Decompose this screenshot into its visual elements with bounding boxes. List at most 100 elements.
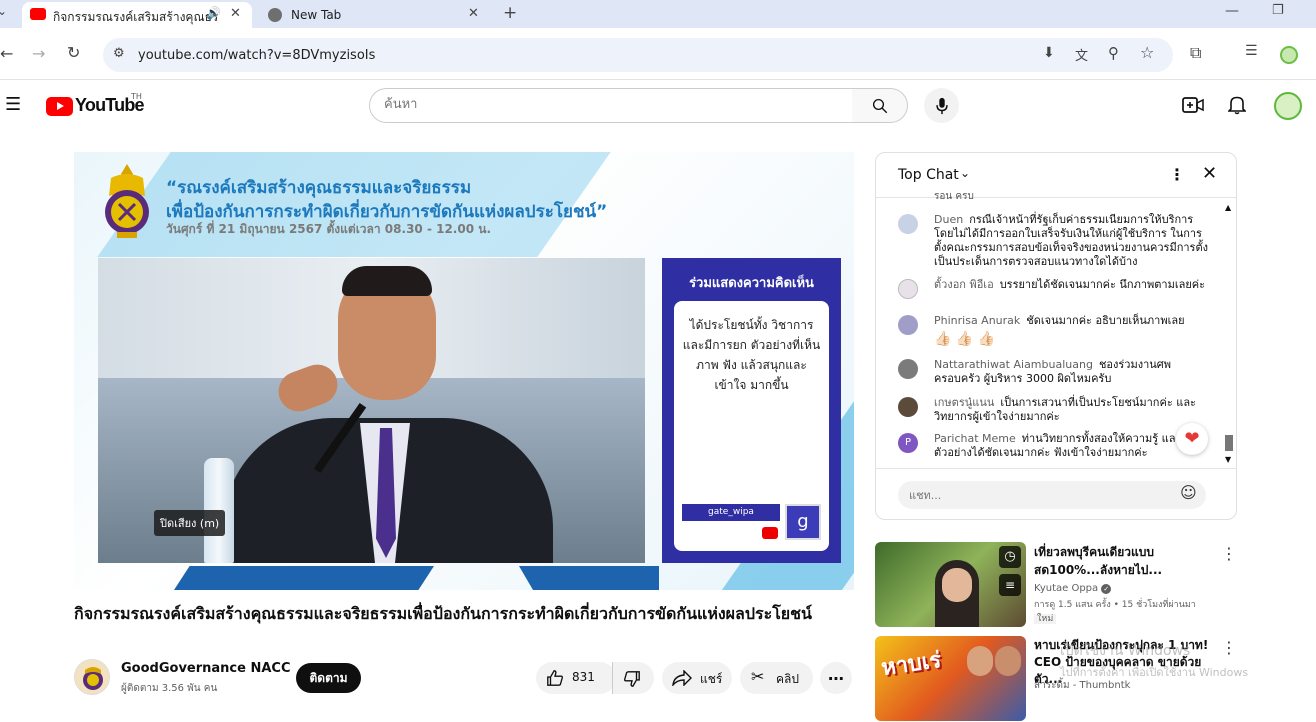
scrollbar-thumb[interactable] bbox=[1225, 435, 1233, 451]
video-title: กิจกรรมรณรงค์เสริมสร้างคุณธรรมและจริยธรร… bbox=[74, 604, 812, 623]
youtube-logo-icon[interactable] bbox=[46, 97, 73, 116]
back-arrow-icon[interactable]: ← bbox=[0, 44, 13, 63]
chat-emoji-row: 👍🏻 👍🏻 👍🏻 bbox=[934, 331, 996, 347]
channel-avatar[interactable] bbox=[74, 659, 110, 695]
chat-text: กรณีเจ้าหน้าที่รัฐเก็บค่าธรรมเนียมการให้… bbox=[934, 213, 1208, 268]
watch-later-icon[interactable]: ◷ bbox=[999, 546, 1021, 568]
profile-avatar-icon[interactable] bbox=[1280, 46, 1298, 64]
new-tab-plus-icon[interactable]: + bbox=[503, 3, 517, 23]
youtube-favicon-icon bbox=[30, 8, 46, 20]
chat-avatar[interactable] bbox=[898, 214, 918, 234]
recommended-video[interactable]: ◷ ≡ เที่ยวลพบุรีคนเดียวแบบสด100%...ลังหา… bbox=[875, 542, 1315, 628]
watermark-line: ไปที่การตั้งค่า เพื่อเปิดใช้งาน Windows bbox=[1060, 666, 1249, 679]
url-text[interactable]: youtube.com/watch?v=8DVmyzisoIs bbox=[138, 48, 375, 63]
channel-emblem-icon bbox=[83, 667, 103, 690]
tab-new-tab[interactable]: New Tab ✕ bbox=[254, 2, 494, 28]
chat-scrollbar[interactable]: ▲ ▼ bbox=[1225, 203, 1233, 465]
video-thumbnail[interactable]: หาบเร่ bbox=[875, 636, 1026, 721]
translate-icon[interactable]: 文 bbox=[1075, 45, 1088, 64]
chat-author[interactable]: Phinrisa Anurak bbox=[934, 314, 1020, 327]
speaker-hair bbox=[342, 266, 432, 296]
recommended-channel[interactable]: Kyutae Oppa ✓ bbox=[1034, 583, 1112, 594]
country-code: TH bbox=[131, 92, 142, 101]
close-chat-icon[interactable]: ✕ bbox=[1202, 163, 1217, 184]
chat-author[interactable]: Parichat Meme bbox=[934, 432, 1016, 445]
chat-avatar[interactable] bbox=[898, 397, 918, 417]
chat-avatar[interactable]: P bbox=[898, 433, 918, 453]
dislike-button[interactable] bbox=[612, 662, 654, 694]
subscribe-button[interactable]: ติดตาม bbox=[296, 663, 361, 693]
reload-icon[interactable]: ↻ bbox=[67, 43, 80, 62]
youtube-masthead: ☰ YouTube TH bbox=[0, 80, 1316, 130]
more-horizontal-icon: ⋯ bbox=[828, 668, 844, 688]
reading-list-icon[interactable]: ☰ bbox=[1245, 43, 1258, 59]
chevron-down-icon[interactable]: ⌄ bbox=[960, 166, 970, 180]
recommended-more-vertical-icon[interactable]: ⋮ bbox=[1221, 544, 1237, 563]
minimize-icon[interactable]: — bbox=[1225, 3, 1239, 19]
video-player[interactable]: “รณรงค์เสริมสร้างคุณธรรมและจริยธรรม เพื่… bbox=[74, 152, 854, 590]
chat-avatar[interactable] bbox=[898, 359, 918, 379]
restore-icon[interactable]: ❐ bbox=[1272, 3, 1284, 18]
forward-arrow-icon[interactable]: → bbox=[32, 44, 45, 63]
search-icon bbox=[872, 98, 887, 113]
guide-menu-icon[interactable]: ☰ bbox=[5, 94, 21, 115]
thumbs-down-icon bbox=[624, 671, 640, 687]
clip-button[interactable]: ✂ คลิป bbox=[740, 662, 813, 694]
channel-name[interactable]: GoodGovernance NACC bbox=[121, 661, 291, 676]
search-box[interactable] bbox=[369, 88, 853, 123]
chat-avatar[interactable] bbox=[898, 279, 918, 299]
chat-more-vertical-icon[interactable]: ⋮ bbox=[1169, 165, 1185, 184]
add-to-queue-icon[interactable]: ≡ bbox=[999, 574, 1021, 596]
new-badge: ใหม่ bbox=[1034, 614, 1057, 624]
share-button[interactable]: แชร์ bbox=[662, 662, 732, 694]
search-input[interactable] bbox=[384, 97, 834, 112]
more-actions-button[interactable]: ⋯ bbox=[820, 662, 852, 694]
chrome-favicon-icon bbox=[268, 8, 282, 22]
thumbnail-person bbox=[995, 646, 1021, 676]
speaker-icon[interactable]: 🔊 bbox=[206, 6, 221, 20]
chat-input-area: ☺ bbox=[876, 468, 1236, 520]
close-tab-icon[interactable]: ✕ bbox=[230, 6, 241, 21]
comment-panel-title: ร่วมแสดงความคิดเห็น bbox=[689, 276, 814, 291]
chat-avatar[interactable] bbox=[898, 315, 918, 335]
omnibox[interactable]: ⚙ youtube.com/watch?v=8DVmyzisoIs ⬇ 文 ⚲ … bbox=[103, 38, 1173, 72]
band-segment bbox=[174, 566, 434, 590]
thumbs-up-icon bbox=[547, 670, 563, 686]
heart-reaction-icon[interactable]: ❤ bbox=[1176, 423, 1208, 455]
emoji-picker-icon[interactable]: ☺ bbox=[1180, 483, 1197, 502]
scroll-down-icon[interactable]: ▼ bbox=[1225, 455, 1231, 464]
chat-author[interactable]: เกษตรนู๋แนน bbox=[934, 396, 994, 409]
chat-input[interactable] bbox=[898, 481, 1206, 509]
comment-card-text: ได้ประโยชน์ทั้ง วิชาการ และมีการยก ตัวอย… bbox=[682, 318, 821, 392]
bookmark-star-icon[interactable]: ☆ bbox=[1140, 43, 1154, 62]
recommended-meta: การดู 1.5 แสน ครั้ง • 15 ชั่วโมงที่ผ่านม… bbox=[1034, 600, 1196, 624]
create-video-icon[interactable] bbox=[1182, 96, 1204, 114]
chat-author[interactable]: Duen bbox=[934, 213, 963, 226]
clip-label: คลิป bbox=[776, 672, 799, 686]
account-avatar[interactable] bbox=[1274, 92, 1302, 120]
live-chat-panel: Top Chat ⌄ ⋮ ✕ ร้อน ครับ Duen กรณีเจ้าหน้… bbox=[875, 152, 1237, 520]
notifications-bell-icon[interactable] bbox=[1228, 95, 1246, 115]
scroll-up-icon[interactable]: ▲ bbox=[1225, 203, 1231, 212]
like-button[interactable]: 831 bbox=[536, 662, 616, 694]
recommended-title[interactable]: เที่ยวลพบุรีคนเดียวแบบสด100%...ลังหายไป.… bbox=[1034, 543, 1224, 579]
install-app-icon[interactable]: ⬇ bbox=[1043, 45, 1055, 61]
chat-author[interactable]: ตั้วงอก พิอีเอ bbox=[934, 278, 994, 291]
thumbnail-face bbox=[942, 568, 972, 602]
close-tab-icon[interactable]: ✕ bbox=[468, 6, 479, 21]
chat-author[interactable]: Nattarathiwat Aiambualuang bbox=[934, 358, 1093, 371]
voice-search-button[interactable] bbox=[924, 88, 959, 123]
extensions-icon[interactable]: ⧉ bbox=[1190, 43, 1201, 63]
thumbnail-text: หาบเร่ bbox=[879, 647, 943, 682]
comment-overlay-panel: ร่วมแสดงความคิดเห็น ได้ประโยชน์ทั้ง วิชา… bbox=[662, 258, 841, 563]
tab-search-icon[interactable]: ⌄ bbox=[0, 4, 7, 18]
video-thumbnail[interactable]: ◷ ≡ bbox=[875, 542, 1026, 627]
zoom-icon[interactable]: ⚲ bbox=[1108, 44, 1119, 62]
chat-partial-line: ร้อน ครับ bbox=[934, 193, 974, 202]
windows-activation-watermark: เปิดใช้งาน Windows ไปที่การตั้งค่า เพื่อ… bbox=[1060, 640, 1248, 684]
chat-mode-selector[interactable]: Top Chat bbox=[898, 167, 959, 183]
search-button[interactable] bbox=[852, 88, 908, 123]
site-info-icon[interactable]: ⚙ bbox=[113, 46, 125, 61]
tab-youtube[interactable]: กิจกรรมรณรงค์เสริมสร้างคุณธรร 🔊 ✕ bbox=[22, 2, 252, 28]
chat-header: Top Chat ⌄ ⋮ ✕ bbox=[876, 153, 1236, 198]
